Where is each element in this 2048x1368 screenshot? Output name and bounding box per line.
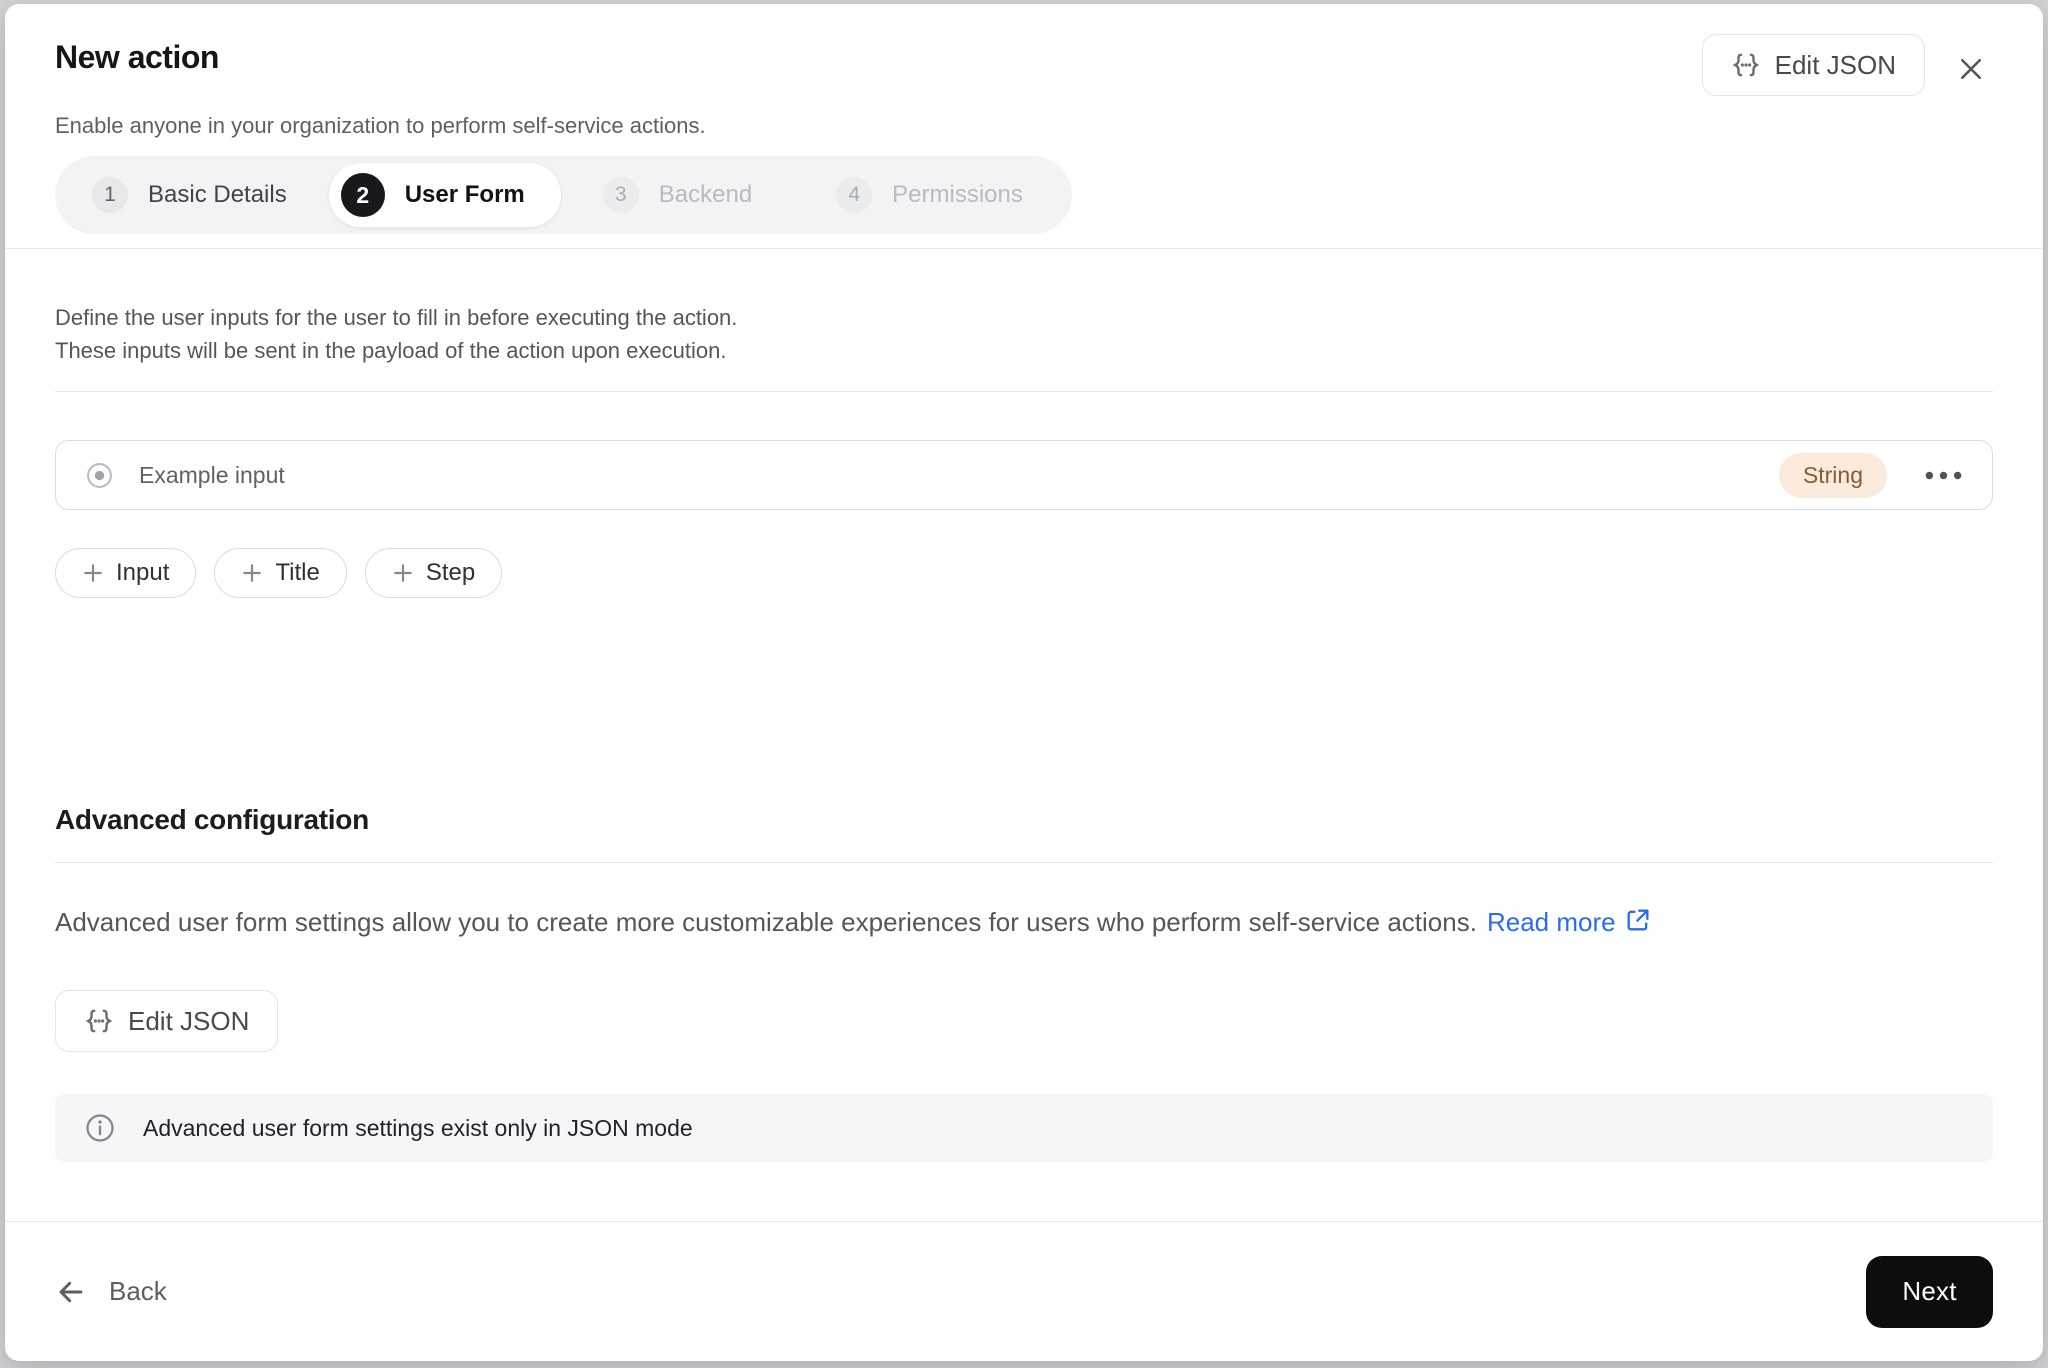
info-circle-icon bbox=[85, 1113, 115, 1143]
back-button-label: Back bbox=[109, 1276, 167, 1306]
x-icon bbox=[1956, 54, 1986, 84]
edit-json-button-top[interactable]: Edit JSON bbox=[1701, 34, 1925, 96]
wizard-stepper: 1 Basic Details 2 User Form 3 Backend 4 … bbox=[55, 156, 1072, 234]
step-number: 2 bbox=[340, 173, 385, 217]
form-input-row[interactable]: Example input String bbox=[55, 440, 1993, 510]
edit-json-button-label: Edit JSON bbox=[128, 1005, 250, 1036]
external-link-icon[interactable] bbox=[1624, 906, 1652, 944]
step-label: Basic Details bbox=[148, 181, 287, 208]
advanced-configuration-title: Advanced configuration bbox=[55, 804, 369, 835]
dialog-body: Define the user inputs for the user to f… bbox=[5, 249, 2043, 1221]
edit-json-button-label: Edit JSON bbox=[1774, 49, 1896, 80]
input-label: Example input bbox=[139, 461, 285, 488]
back-button[interactable]: Back bbox=[55, 1276, 167, 1308]
page-title: New action bbox=[55, 39, 219, 75]
edit-json-button-advanced[interactable]: Edit JSON bbox=[55, 990, 279, 1052]
step-label: Permissions bbox=[892, 181, 1023, 208]
braces-ellipsis-icon bbox=[1731, 50, 1761, 80]
step-permissions[interactable]: 4 Permissions bbox=[794, 163, 1065, 227]
plus-icon bbox=[392, 562, 414, 584]
add-step-label: Step bbox=[425, 559, 476, 586]
dialog-subtitle: Enable anyone in your organization to pe… bbox=[55, 113, 706, 138]
read-more-link[interactable]: Read more bbox=[1487, 907, 1616, 937]
divider bbox=[55, 391, 1993, 392]
advanced-description-text: Advanced user form settings allow you to… bbox=[55, 907, 1477, 937]
step-basic-details[interactable]: 1 Basic Details bbox=[62, 163, 329, 227]
plus-icon bbox=[241, 562, 263, 584]
add-step-button[interactable]: Step bbox=[364, 548, 503, 598]
step-user-form[interactable]: 2 User Form bbox=[328, 163, 561, 227]
braces-ellipsis-icon bbox=[84, 1006, 114, 1036]
ellipsis-icon bbox=[1925, 471, 1962, 480]
plus-icon bbox=[82, 562, 104, 584]
new-action-dialog: New action Edit JSON Enable anyone in yo… bbox=[5, 4, 2043, 1361]
input-type-badge: String bbox=[1778, 452, 1887, 498]
next-button[interactable]: Next bbox=[1866, 1255, 1993, 1328]
step-number: 4 bbox=[836, 177, 873, 213]
add-title-label: Title bbox=[275, 559, 320, 586]
step-number: 3 bbox=[602, 177, 639, 213]
step-label: Backend bbox=[658, 181, 753, 208]
form-description-line2: These inputs will be sent in the payload… bbox=[55, 338, 727, 363]
divider bbox=[55, 862, 1993, 863]
arrow-left-icon bbox=[55, 1276, 87, 1308]
dialog-footer: Back Next bbox=[5, 1221, 2043, 1361]
step-number: 1 bbox=[92, 177, 128, 213]
add-input-label: Input bbox=[116, 559, 170, 586]
close-button[interactable] bbox=[1949, 47, 1993, 91]
dialog-header: New action Edit JSON Enable anyone in yo… bbox=[5, 4, 2043, 249]
input-row-menu-button[interactable] bbox=[1921, 465, 1966, 486]
form-description: Define the user inputs for the user to f… bbox=[55, 301, 1993, 367]
advanced-description: Advanced user form settings allow you to… bbox=[55, 903, 1993, 944]
form-description-line1: Define the user inputs for the user to f… bbox=[55, 305, 738, 330]
step-backend[interactable]: 3 Backend bbox=[561, 163, 794, 227]
add-buttons-row: Input Title Step bbox=[55, 548, 1993, 598]
radio-icon bbox=[86, 462, 113, 489]
add-input-button[interactable]: Input bbox=[55, 548, 197, 598]
step-label: User Form bbox=[404, 181, 525, 208]
add-title-button[interactable]: Title bbox=[214, 548, 347, 598]
info-banner: Advanced user form settings exist only i… bbox=[55, 1094, 1993, 1162]
info-banner-text: Advanced user form settings exist only i… bbox=[143, 1114, 693, 1141]
